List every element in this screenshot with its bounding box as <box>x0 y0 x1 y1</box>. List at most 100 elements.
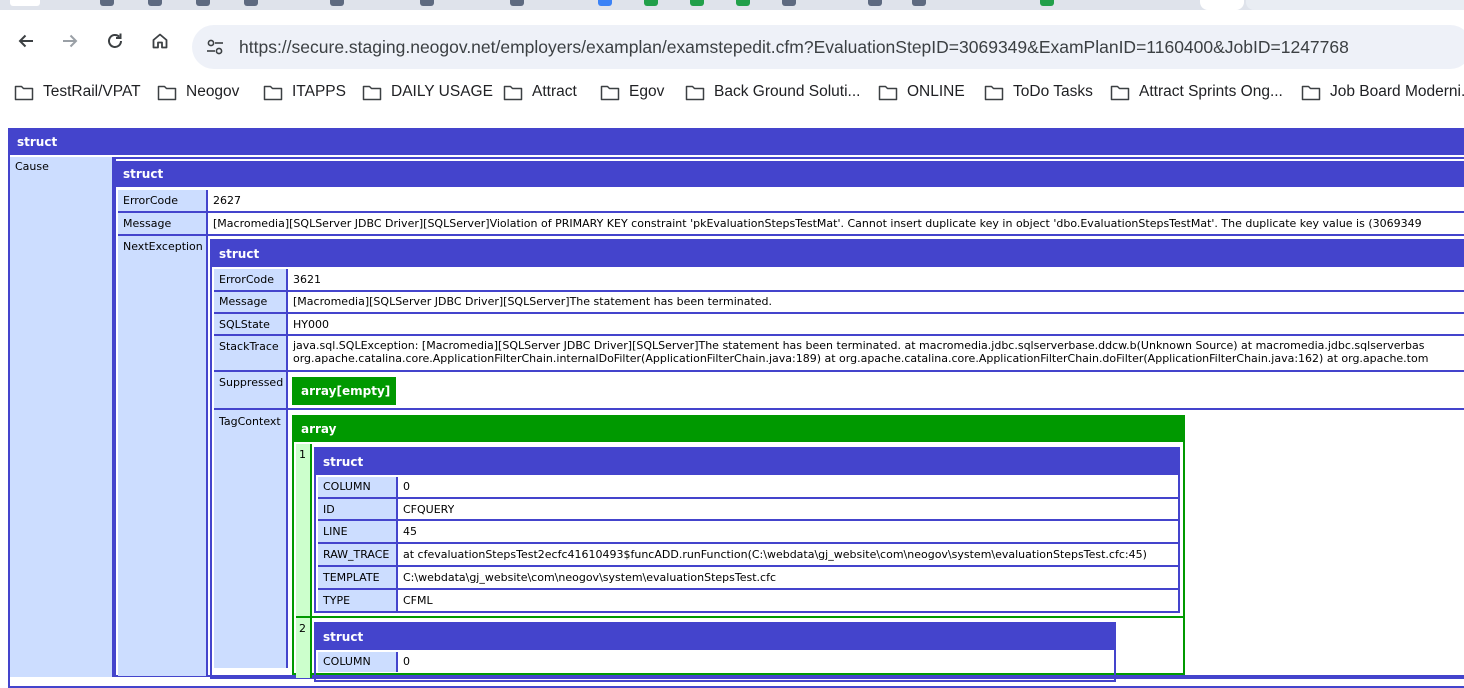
bookmark-label: ToDo Tasks <box>1013 83 1093 100</box>
tagcontext-struct-header[interactable]: struct <box>316 624 1114 650</box>
tab-favicon[interactable] <box>1040 0 1054 6</box>
tab-favicon[interactable] <box>782 0 796 6</box>
bookmark-label: TestRail/VPAT <box>43 83 141 100</box>
line-key-cell[interactable]: LINE <box>318 521 396 542</box>
message-key-cell[interactable]: Message <box>118 213 206 234</box>
tab-favicon[interactable] <box>196 0 210 6</box>
tab-favicon[interactable] <box>510 0 524 6</box>
divider <box>206 236 208 676</box>
type-key-cell[interactable]: TYPE <box>318 590 396 611</box>
folder-icon <box>157 85 177 100</box>
error-code-key: ErrorCode <box>123 194 178 207</box>
root-struct-header[interactable]: struct <box>10 130 1464 155</box>
column-value: 0 <box>403 480 410 493</box>
line-key: LINE <box>323 525 348 538</box>
divider <box>310 444 312 616</box>
column-key: COLUMN <box>323 480 371 493</box>
message-value: [Macromedia][SQLServer JDBC Driver][SQLS… <box>213 217 1422 230</box>
bookmark-label: Back Ground Soluti... <box>714 83 861 100</box>
column-key-cell[interactable]: COLUMN <box>318 477 396 497</box>
sqlstate-key: SQLState <box>219 318 270 331</box>
bookmark-folder[interactable]: Egov <box>600 83 664 101</box>
id-key: ID <box>323 503 335 516</box>
bookmark-label: Attract Sprints Ong... <box>1139 83 1283 100</box>
raw-trace-value: at cfevaluationStepsTest2ecfc41610493$fu… <box>403 548 1147 561</box>
column-key-cell[interactable]: COLUMN <box>318 652 396 672</box>
type-value: CFML <box>403 594 433 607</box>
sqlstate-key-cell[interactable]: SQLState <box>214 314 286 334</box>
folder-icon <box>685 85 705 100</box>
error-code-key-cell[interactable]: ErrorCode <box>118 190 206 211</box>
bookmark-label: ONLINE <box>907 83 965 100</box>
raw-trace-key: RAW_TRACE <box>323 548 390 561</box>
tab-favicon[interactable] <box>690 0 704 6</box>
back-button[interactable] <box>15 30 37 52</box>
tab-fragment[interactable] <box>1246 0 1464 10</box>
tagcontext-array-header[interactable]: array <box>294 417 1183 442</box>
stacktrace-line-1: java.sql.SQLException: [Macromedia][SQLS… <box>293 339 1425 352</box>
next-struct-header[interactable]: struct <box>212 241 1464 267</box>
bookmark-folder[interactable]: Back Ground Soluti... <box>685 83 860 101</box>
folder-icon <box>263 85 283 100</box>
divider <box>318 565 1178 567</box>
url-text[interactable]: https://secure.staging.neogov.net/employ… <box>239 37 1349 58</box>
arrow-right-icon <box>63 34 78 48</box>
stacktrace-key: StackTrace <box>219 340 279 353</box>
tab-favicon[interactable] <box>644 0 658 6</box>
tab-favicon[interactable] <box>912 0 926 6</box>
bookmark-label: Job Board Moderni... <box>1330 83 1464 100</box>
line-value: 45 <box>403 525 417 538</box>
bookmark-folder[interactable]: Attract Sprints Ong... <box>1110 83 1283 101</box>
tab-favicon[interactable] <box>148 0 162 6</box>
tune-icon[interactable] <box>204 36 226 58</box>
tab-favicon[interactable] <box>420 0 434 6</box>
array-index-cell[interactable]: 2 <box>296 618 310 678</box>
divider <box>118 211 1464 213</box>
template-key-cell[interactable]: TEMPLATE <box>318 567 396 588</box>
tab-favicon[interactable] <box>330 0 344 6</box>
template-key: TEMPLATE <box>323 571 380 584</box>
stacktrace-key-cell[interactable]: StackTrace <box>214 336 286 370</box>
folder-icon <box>503 85 523 100</box>
tab-fragment[interactable] <box>10 0 40 6</box>
tagcontext-key-cell[interactable]: TagContext <box>214 410 286 668</box>
bookmark-folder[interactable]: ToDo Tasks <box>984 83 1093 101</box>
suppressed-array-empty[interactable]: array[empty] <box>294 379 394 403</box>
bookmark-folder[interactable]: Neogov <box>157 83 239 101</box>
reload-icon <box>108 33 122 48</box>
tab-favicon[interactable] <box>736 0 750 6</box>
next-exception-key-cell[interactable]: NextException <box>118 236 206 676</box>
bookmark-folder[interactable]: Attract <box>503 83 577 101</box>
cause-key-cell[interactable]: Cause <box>10 157 112 677</box>
next-error-code-key-cell[interactable]: ErrorCode <box>214 269 286 290</box>
bookmark-label: Neogov <box>186 83 240 100</box>
divider <box>296 616 1183 618</box>
id-key-cell[interactable]: ID <box>318 499 396 519</box>
bookmark-folder[interactable]: Job Board Moderni... <box>1301 83 1464 101</box>
array-index-cell[interactable]: 1 <box>296 444 310 616</box>
folder-icon <box>878 85 898 100</box>
bookmark-folder[interactable]: TestRail/VPAT <box>14 83 141 101</box>
address-bar[interactable]: https://secure.staging.neogov.net/employ… <box>192 25 1464 69</box>
next-message-key-cell[interactable]: Message <box>214 292 286 312</box>
tab-favicon[interactable] <box>868 0 882 6</box>
suppressed-key-cell[interactable]: Suppressed <box>214 372 286 408</box>
raw-trace-key-cell[interactable]: RAW_TRACE <box>318 544 396 565</box>
tab-favicon[interactable] <box>598 0 612 6</box>
forward-button[interactable] <box>59 30 81 52</box>
reload-button[interactable] <box>104 30 126 52</box>
bookmark-folder[interactable]: ONLINE <box>878 83 965 101</box>
divider <box>286 372 288 408</box>
divider <box>214 312 1464 314</box>
bookmark-folder[interactable]: ITAPPS <box>263 83 346 101</box>
tab-favicon[interactable] <box>244 0 258 6</box>
home-button[interactable] <box>149 30 171 52</box>
cause-struct-header[interactable]: struct <box>116 161 1464 187</box>
column-key: COLUMN <box>323 655 371 668</box>
folder-icon <box>14 85 34 100</box>
bookmark-folder[interactable]: DAILY USAGE <box>362 83 493 101</box>
active-tab[interactable] <box>1200 0 1244 10</box>
tab-favicon[interactable] <box>100 0 114 6</box>
divider <box>214 408 1464 410</box>
tagcontext-struct-header[interactable]: struct <box>316 449 1178 475</box>
